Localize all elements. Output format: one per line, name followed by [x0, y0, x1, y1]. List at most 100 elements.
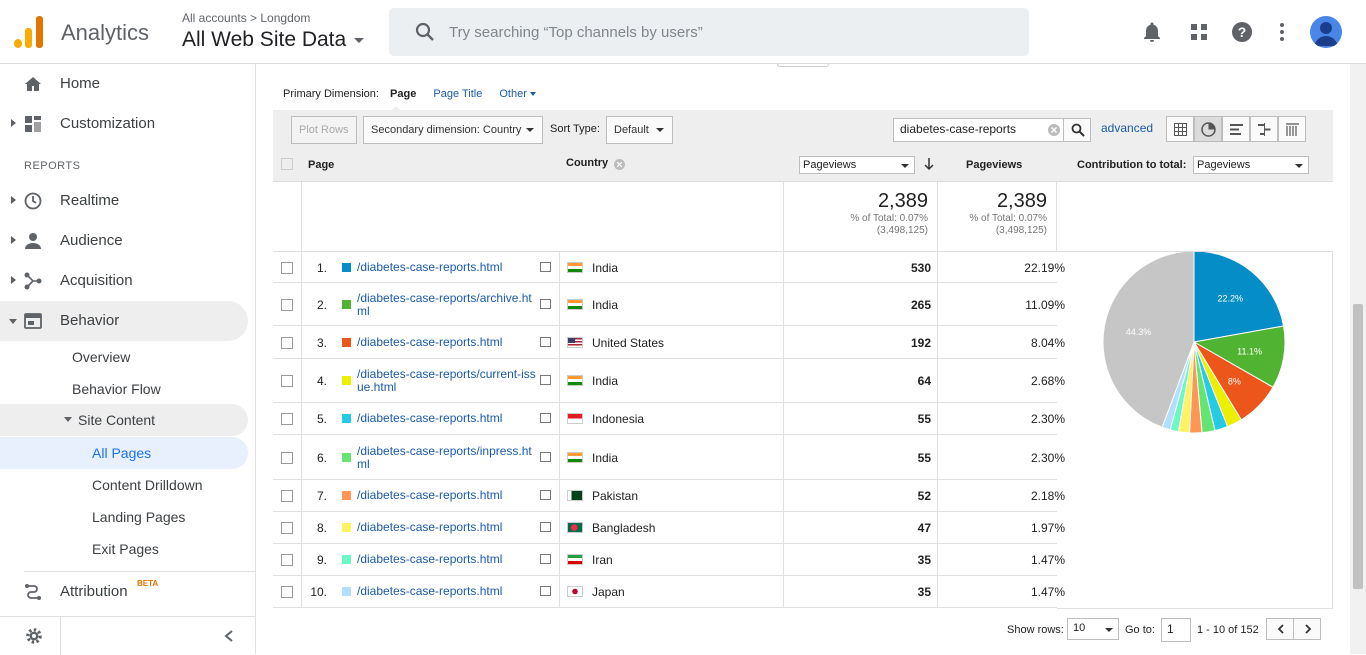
clear-icon[interactable]: [1048, 124, 1060, 136]
page-link[interactable]: /diabetes-case-reports/archive.html: [357, 291, 537, 318]
external-link-icon[interactable]: [540, 490, 551, 500]
dimension-page-title[interactable]: Page Title: [433, 88, 482, 100]
row-checkbox[interactable]: [281, 413, 293, 425]
avatar[interactable]: [1310, 16, 1342, 48]
prev-page-button[interactable]: [1266, 618, 1294, 640]
next-page-button[interactable]: [1293, 618, 1321, 640]
filter-input[interactable]: diabetes-case-reports: [893, 118, 1065, 142]
external-link-icon[interactable]: [540, 554, 551, 564]
sidebar-item-realtime[interactable]: Realtime: [0, 181, 256, 221]
view-pivot-button[interactable]: [1278, 116, 1306, 142]
page-link[interactable]: /diabetes-case-reports/inpress.html: [357, 444, 537, 471]
table-row: 2. /diabetes-case-reports/archive.html Ind…: [273, 283, 1065, 326]
scrollbar-thumb[interactable]: [1353, 304, 1363, 589]
sidebar-item-behavior-flow[interactable]: Behavior Flow: [72, 373, 161, 405]
sidebar-item-all-pages[interactable]: All Pages: [0, 437, 248, 469]
sidebar-item-landing-pages[interactable]: Landing Pages: [92, 501, 185, 533]
sidebar-item-content-drilldown[interactable]: Content Drilldown: [92, 469, 203, 501]
help-icon[interactable]: ?: [1230, 20, 1254, 44]
view-comparison-button[interactable]: [1250, 116, 1278, 142]
sidebar-item-attribution[interactable]: Attribution BETA: [0, 572, 256, 612]
show-rows-label: Show rows:: [1007, 624, 1064, 636]
page-link[interactable]: /diabetes-case-reports.html: [357, 412, 537, 425]
row-checkbox[interactable]: [281, 298, 293, 311]
sort-type-select[interactable]: Default: [606, 116, 673, 144]
external-link-icon[interactable]: [540, 451, 551, 462]
external-link-icon[interactable]: [540, 336, 551, 347]
sidebar-item-home[interactable]: Home: [0, 64, 256, 104]
bell-icon[interactable]: [1140, 20, 1164, 44]
goto-input[interactable]: 1: [1161, 618, 1191, 642]
pie-label-other: 44.3%: [1126, 327, 1152, 337]
remove-dimension-icon[interactable]: [614, 159, 625, 170]
page-scrollbar[interactable]: [1350, 64, 1366, 654]
country-name: Iran: [592, 553, 613, 567]
sidebar-item-behavior[interactable]: Behavior: [0, 301, 248, 341]
row-checkbox[interactable]: [281, 586, 293, 598]
sidebar-item-audience[interactable]: Audience: [0, 221, 256, 261]
country-flag-icon: [567, 375, 583, 386]
sort-descending-icon[interactable]: [924, 157, 934, 171]
page-link[interactable]: /diabetes-case-reports.html: [357, 585, 537, 598]
country-flag-icon: [567, 261, 583, 273]
plot-rows-button[interactable]: Plot Rows: [291, 116, 357, 144]
page-link[interactable]: /diabetes-case-reports.html: [357, 521, 537, 534]
sidebar-item-customization[interactable]: Customization: [0, 104, 256, 144]
sidebar-item-acquisition[interactable]: Acquisition: [0, 261, 256, 301]
dimension-page[interactable]: Page: [390, 88, 416, 100]
analytics-logo[interactable]: [14, 16, 44, 48]
column-header-page[interactable]: Page: [308, 159, 334, 171]
breadcrumb[interactable]: All accounts > Longdom: [182, 11, 310, 25]
page-link[interactable]: /diabetes-case-reports.html: [357, 489, 537, 502]
property-selector[interactable]: All Web Site Data: [182, 28, 365, 52]
advanced-filter-link[interactable]: advanced: [1101, 121, 1153, 135]
view-percentage-button[interactable]: [1194, 116, 1222, 142]
row-checkbox[interactable]: [281, 375, 293, 387]
select-all-checkbox[interactable]: [281, 158, 293, 170]
external-link-icon[interactable]: [540, 375, 551, 385]
primary-dimension-bar: Primary Dimension: Page Page Title Other: [283, 88, 536, 100]
page-link[interactable]: /diabetes-case-reports/current-issue.htm…: [357, 368, 537, 394]
row-checkbox[interactable]: [281, 522, 293, 534]
gear-icon[interactable]: [25, 627, 43, 645]
country-flag-icon: [567, 451, 583, 463]
pageviews-percent: 1.47%: [1030, 553, 1065, 567]
table-toolbar: Plot Rows Secondary dimension: Country S…: [273, 110, 1333, 148]
sidebar-item-overview[interactable]: Overview: [72, 341, 130, 373]
page-link[interactable]: /diabetes-case-reports.html: [357, 260, 537, 274]
page-link[interactable]: /diabetes-case-reports.html: [357, 335, 537, 349]
table-row: 8. /diabetes-case-reports.html Bangladesh 4…: [273, 512, 1065, 544]
row-checkbox[interactable]: [281, 490, 293, 502]
sidebar-item-exit-pages[interactable]: Exit Pages: [92, 533, 159, 565]
apps-grid-icon[interactable]: [1187, 20, 1211, 44]
external-link-icon[interactable]: [540, 522, 551, 532]
external-link-icon[interactable]: [540, 586, 551, 596]
country-flag-icon: [567, 298, 583, 310]
external-link-icon[interactable]: [540, 261, 551, 272]
contribution-select[interactable]: Pageviews: [1193, 156, 1309, 174]
row-checkbox[interactable]: [281, 336, 293, 349]
secondary-dimension-select[interactable]: Secondary dimension: Country: [363, 116, 543, 144]
column-header-pageviews[interactable]: Pageviews: [966, 159, 1022, 171]
metric-select[interactable]: Pageviews: [799, 156, 915, 174]
totals-row: 2,389 % of Total: 0.07% (3,498,125) 2,38…: [273, 182, 1333, 252]
row-checkbox[interactable]: [281, 554, 293, 566]
column-header-country[interactable]: Country: [566, 157, 608, 169]
table-header: Page Country Pageviews Pageviews Contrib…: [273, 148, 1333, 182]
dimension-other[interactable]: Other: [499, 88, 536, 100]
row-checkbox[interactable]: [281, 261, 293, 274]
more-vert-icon[interactable]: [1270, 20, 1294, 44]
show-rows-select[interactable]: 10: [1067, 618, 1119, 640]
collapse-handle[interactable]: [777, 64, 829, 67]
view-table-button[interactable]: [1166, 116, 1194, 142]
collapse-chevron-icon[interactable]: [222, 629, 236, 643]
page-link[interactable]: /diabetes-case-reports.html: [357, 553, 537, 566]
filter-search-button[interactable]: [1063, 118, 1091, 142]
row-checkbox[interactable]: [281, 451, 293, 464]
search-input[interactable]: [449, 20, 1009, 44]
external-link-icon[interactable]: [540, 413, 551, 423]
sidebar-item-site-content[interactable]: Site Content: [0, 404, 248, 436]
view-performance-button[interactable]: [1222, 116, 1250, 142]
external-link-icon[interactable]: [540, 298, 551, 309]
search-bar[interactable]: [389, 8, 1029, 56]
